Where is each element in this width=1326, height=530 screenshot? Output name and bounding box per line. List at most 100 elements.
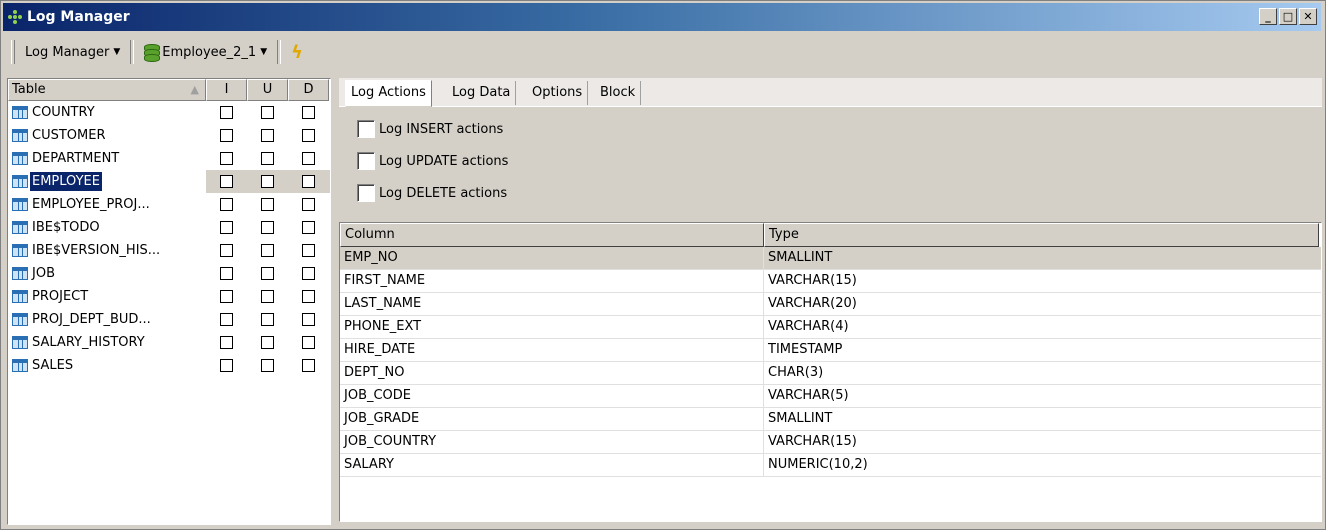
table-name-cell[interactable]: PROJ_DEPT_BUD... (8, 308, 206, 331)
column-name-cell[interactable]: SALARY (340, 454, 764, 476)
log-update-checkbox[interactable] (261, 359, 274, 372)
log-insert-checkbox[interactable] (220, 152, 233, 165)
log-delete-checkbox[interactable] (302, 198, 315, 211)
column-type-cell[interactable]: VARCHAR(5) (764, 385, 1319, 407)
log-delete-checkbox[interactable] (302, 359, 315, 372)
minimize-button[interactable]: _ (1259, 8, 1277, 25)
log-update-checkbox[interactable] (261, 152, 274, 165)
log-update-checkbox[interactable] (261, 198, 274, 211)
column-type-cell[interactable]: VARCHAR(15) (764, 270, 1319, 292)
log-update-checkbox[interactable] (261, 244, 274, 257)
log-update-checkbox[interactable] (261, 313, 274, 326)
log-update-checkbox[interactable] (261, 267, 274, 280)
toolbar-grip[interactable] (11, 40, 15, 64)
log-delete-checkbox[interactable] (302, 336, 315, 349)
log-insert-option[interactable]: Log INSERT actions (357, 120, 503, 138)
column-type-cell[interactable]: SMALLINT (764, 247, 1319, 269)
table-name-cell[interactable]: JOB (8, 262, 206, 285)
column-name-cell[interactable]: JOB_GRADE (340, 408, 764, 430)
table-row[interactable]: HIRE_DATE TIMESTAMP (340, 339, 1321, 362)
log-manager-dropdown[interactable]: Log Manager ▼ (21, 39, 124, 65)
column-type-cell[interactable]: VARCHAR(20) (764, 293, 1319, 315)
table-row[interactable]: JOB_COUNTRY VARCHAR(15) (340, 431, 1321, 454)
log-insert-checkbox[interactable] (220, 198, 233, 211)
column-type-cell[interactable]: SMALLINT (764, 408, 1319, 430)
table-row[interactable]: PROJ_DEPT_BUD... (8, 308, 330, 331)
table-name-cell[interactable]: COUNTRY (8, 101, 206, 124)
log-insert-checkbox[interactable] (220, 290, 233, 303)
log-delete-checkbox[interactable] (357, 184, 375, 202)
column-type-cell[interactable]: CHAR(3) (764, 362, 1319, 384)
table-row[interactable]: SALES (8, 354, 330, 377)
table-row[interactable]: EMPLOYEE_PROJ... (8, 193, 330, 216)
log-delete-checkbox[interactable] (302, 106, 315, 119)
log-delete-checkbox[interactable] (302, 313, 315, 326)
table-row[interactable]: JOB (8, 262, 330, 285)
column-name-cell[interactable]: JOB_CODE (340, 385, 764, 407)
column-name-cell[interactable]: LAST_NAME (340, 293, 764, 315)
log-update-checkbox[interactable] (261, 175, 274, 188)
table-row[interactable]: DEPARTMENT (8, 147, 330, 170)
column-name-cell[interactable]: HIRE_DATE (340, 339, 764, 361)
database-dropdown[interactable]: Employee_2_1 ▼ (140, 39, 271, 65)
log-insert-checkbox[interactable] (357, 120, 375, 138)
table-name-cell[interactable]: SALES (8, 354, 206, 377)
log-insert-checkbox[interactable] (220, 336, 233, 349)
log-insert-checkbox[interactable] (220, 175, 233, 188)
log-update-option[interactable]: Log UPDATE actions (357, 152, 508, 170)
tab-log-actions[interactable]: Log Actions (345, 80, 432, 107)
table-column-header[interactable]: Table ▲ (8, 79, 206, 101)
log-update-checkbox[interactable] (261, 336, 274, 349)
table-name-cell[interactable]: EMPLOYEE (8, 170, 206, 193)
log-delete-checkbox[interactable] (302, 175, 315, 188)
tab-block[interactable]: Block (595, 81, 642, 105)
log-delete-checkbox[interactable] (302, 244, 315, 257)
table-name-cell[interactable]: EMPLOYEE_PROJ... (8, 193, 206, 216)
log-update-checkbox[interactable] (261, 290, 274, 303)
log-insert-checkbox[interactable] (220, 267, 233, 280)
table-row[interactable]: COUNTRY (8, 101, 330, 124)
maximize-button[interactable]: □ (1279, 8, 1297, 25)
tab-options[interactable]: Options (527, 81, 589, 105)
table-row[interactable]: CUSTOMER (8, 124, 330, 147)
table-name-cell[interactable]: CUSTOMER (8, 124, 206, 147)
log-insert-checkbox[interactable] (220, 313, 233, 326)
table-row[interactable]: IBE$TODO (8, 216, 330, 239)
insert-column-header[interactable]: I (206, 79, 247, 101)
column-name-cell[interactable]: PHONE_EXT (340, 316, 764, 338)
delete-column-header[interactable]: D (288, 79, 329, 101)
column-type-cell[interactable]: VARCHAR(4) (764, 316, 1319, 338)
table-name-cell[interactable]: IBE$TODO (8, 216, 206, 239)
log-delete-checkbox[interactable] (302, 267, 315, 280)
log-update-checkbox[interactable] (261, 221, 274, 234)
table-row[interactable]: EMPLOYEE (8, 170, 330, 193)
log-delete-checkbox[interactable] (302, 221, 315, 234)
log-delete-checkbox[interactable] (302, 290, 315, 303)
log-delete-checkbox[interactable] (302, 152, 315, 165)
table-name-cell[interactable]: DEPARTMENT (8, 147, 206, 170)
close-button[interactable]: ✕ (1299, 8, 1317, 25)
log-delete-checkbox[interactable] (302, 129, 315, 142)
log-delete-option[interactable]: Log DELETE actions (357, 184, 507, 202)
log-update-checkbox[interactable] (261, 129, 274, 142)
table-row[interactable]: SALARY_HISTORY (8, 331, 330, 354)
log-insert-checkbox[interactable] (220, 359, 233, 372)
table-row[interactable]: SALARY NUMERIC(10,2) (340, 454, 1321, 477)
type-header[interactable]: Type (764, 223, 1319, 247)
table-row[interactable]: LAST_NAME VARCHAR(20) (340, 293, 1321, 316)
column-type-cell[interactable]: TIMESTAMP (764, 339, 1319, 361)
log-insert-checkbox[interactable] (220, 244, 233, 257)
log-insert-checkbox[interactable] (220, 106, 233, 119)
log-insert-checkbox[interactable] (220, 221, 233, 234)
log-update-checkbox[interactable] (261, 106, 274, 119)
tab-log-data[interactable]: Log Data (447, 81, 517, 105)
title-bar[interactable]: Log Manager _ □ ✕ (3, 3, 1321, 31)
column-name-cell[interactable]: FIRST_NAME (340, 270, 764, 292)
table-row[interactable]: FIRST_NAME VARCHAR(15) (340, 270, 1321, 293)
table-row[interactable]: PROJECT (8, 285, 330, 308)
column-name-cell[interactable]: JOB_COUNTRY (340, 431, 764, 453)
table-row[interactable]: JOB_GRADE SMALLINT (340, 408, 1321, 431)
table-row[interactable]: DEPT_NO CHAR(3) (340, 362, 1321, 385)
execute-button[interactable]: ϟ (287, 39, 307, 65)
table-row[interactable]: IBE$VERSION_HIS... (8, 239, 330, 262)
